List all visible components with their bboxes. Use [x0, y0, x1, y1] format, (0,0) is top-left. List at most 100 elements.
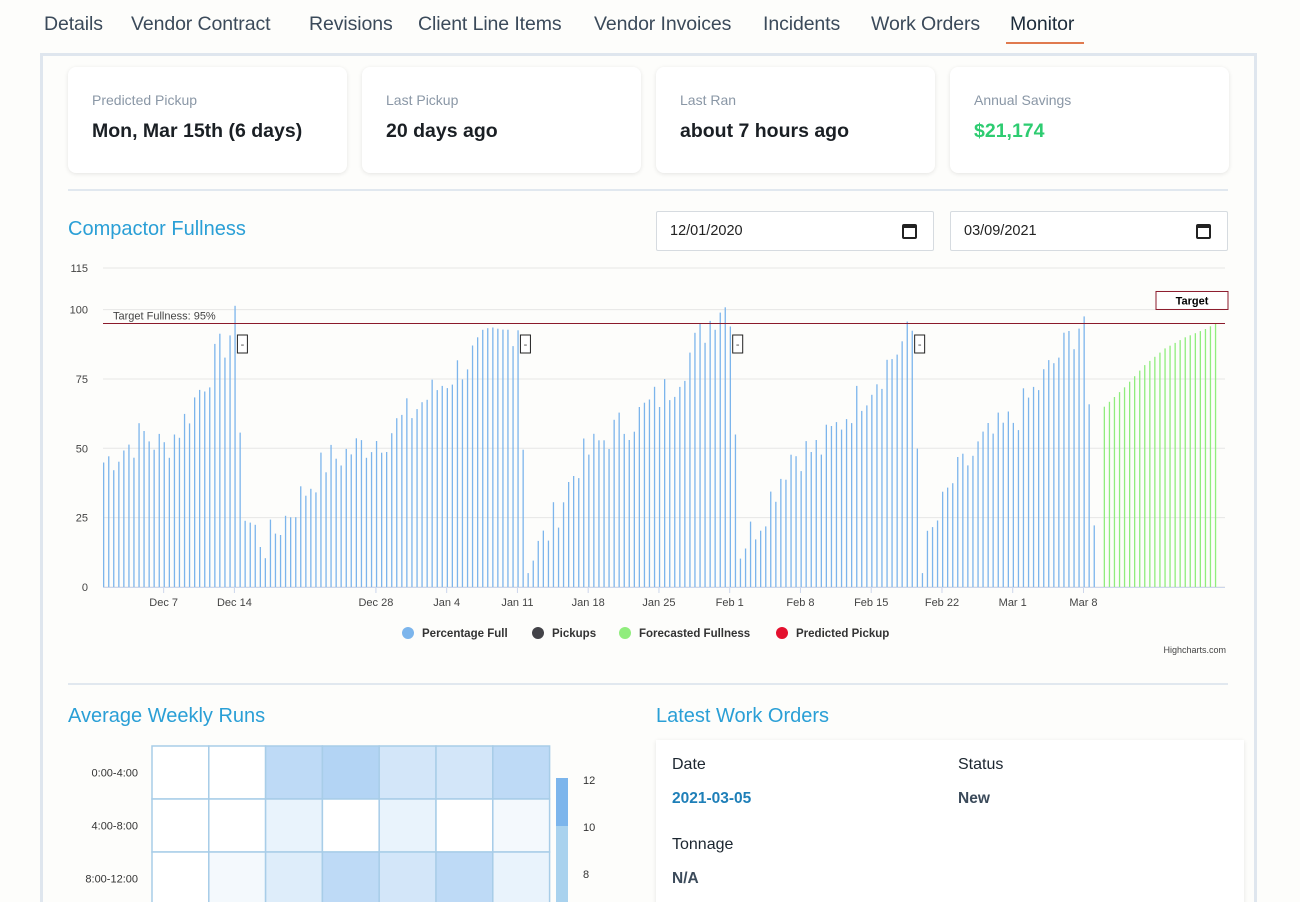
data-bar [148, 441, 150, 587]
legend-symbol [619, 627, 631, 639]
data-bar [259, 547, 261, 587]
data-bar [1139, 370, 1141, 587]
data-bar [224, 357, 226, 587]
data-bar [436, 390, 438, 587]
data-bar [674, 396, 676, 587]
work-order-date-link[interactable]: 2021-03-05 [672, 790, 751, 808]
data-bar [103, 462, 105, 587]
work-order-card[interactable]: Date 2021-03-05 Status New Tonnage N/A [656, 740, 1244, 902]
data-bar [562, 502, 565, 587]
data-bar [396, 418, 398, 587]
data-bar [739, 558, 742, 587]
data-bar [830, 426, 833, 587]
heatmap-cell [151, 745, 210, 800]
data-bar [1002, 422, 1004, 587]
heatmap-cell [492, 851, 551, 902]
legend-symbol [776, 627, 788, 639]
y-tick-label: 115 [70, 263, 88, 275]
data-bar [825, 424, 827, 587]
tab-monitor[interactable]: Monitor [1010, 13, 1074, 36]
data-bar [406, 398, 408, 587]
heatmap-cell [208, 745, 267, 800]
x-tick-label: Feb 1 [716, 597, 744, 609]
data-bar [1078, 328, 1080, 587]
data-bar [866, 405, 868, 587]
data-bar [578, 478, 580, 587]
tab-vendor-invoices[interactable]: Vendor Invoices [594, 13, 731, 36]
section-divider [68, 189, 1228, 191]
data-bar [1068, 331, 1070, 587]
data-bar [355, 438, 357, 587]
data-bar [204, 391, 206, 587]
data-bar [568, 482, 570, 587]
data-bar [209, 387, 211, 587]
data-bar [1179, 340, 1181, 587]
heatmap-cell [435, 798, 494, 853]
data-bar [1159, 352, 1161, 587]
tab-incidents[interactable]: Incidents [763, 13, 840, 36]
tab-details[interactable]: Details [44, 13, 103, 36]
start-date-input[interactable]: 12/01/2020 [656, 211, 934, 251]
data-bar [613, 419, 615, 587]
data-bar [871, 394, 873, 587]
data-bar [138, 423, 140, 587]
heatmap-cell [151, 798, 210, 853]
data-bar [664, 379, 666, 587]
last-ran-card: Last Ran about 7 hours ago [656, 67, 935, 173]
tab-revisions[interactable]: Revisions [309, 13, 393, 36]
data-bar [896, 354, 898, 587]
heatmap-row-label: 4:00-8:00 [92, 821, 138, 833]
highcharts-credits[interactable]: Highcharts.com [1163, 645, 1226, 655]
tab-vendor-contract[interactable]: Vendor Contract [131, 13, 271, 36]
data-bar [760, 530, 762, 587]
y-tick-label: 75 [76, 374, 88, 386]
calendar-icon[interactable] [1196, 224, 1211, 239]
data-bar [1108, 401, 1111, 587]
data-bar [765, 526, 767, 587]
data-bar [729, 326, 731, 587]
data-bar [861, 410, 863, 587]
data-bar [168, 457, 170, 587]
annual-savings-card: Annual Savings $21,174 [950, 67, 1229, 173]
data-bar [411, 418, 413, 587]
data-bar [795, 456, 797, 587]
data-bar [1073, 349, 1075, 587]
legend-item: Percentage Full [422, 628, 508, 640]
data-bar [800, 471, 802, 587]
average-weekly-runs-title: Average Weekly Runs [68, 705, 266, 727]
heatmap-cell [492, 745, 551, 800]
data-bar [320, 452, 322, 587]
tab-client-line-items[interactable]: Client Line Items [418, 13, 562, 36]
end-date-input[interactable]: 03/09/2021 [950, 211, 1228, 251]
heatmap-cell [435, 745, 494, 800]
data-bar [1209, 326, 1212, 587]
y-tick-label: 25 [76, 513, 88, 525]
data-bar [451, 384, 453, 587]
data-bar [446, 388, 448, 587]
card-value: $21,174 [974, 120, 1045, 142]
status-value: New [958, 790, 990, 807]
data-bar [502, 329, 504, 587]
heatmap-cell [378, 745, 437, 800]
tab-work-orders[interactable]: Work Orders [871, 13, 980, 36]
x-tick-label: Jan 25 [642, 597, 675, 609]
data-bar [689, 352, 691, 587]
data-bar [350, 454, 352, 587]
data-bar [1164, 348, 1166, 587]
data-bar [325, 472, 327, 587]
y-tick-label: 0 [82, 582, 88, 594]
data-bar [1053, 363, 1055, 587]
heatmap-row-label: 8:00-12:00 [85, 874, 138, 886]
calendar-icon[interactable] [902, 224, 917, 239]
data-bar [310, 488, 312, 587]
x-tick-label: Feb 22 [925, 597, 959, 609]
data-bar [977, 441, 979, 587]
data-bar [886, 359, 888, 587]
data-bar [936, 520, 939, 587]
data-bar [279, 535, 282, 587]
heatmap-cell [435, 851, 494, 902]
predicted-pickup-card: Predicted Pickup Mon, Mar 15th (6 days) [68, 67, 347, 173]
data-bar [274, 533, 277, 587]
legend-symbol [402, 627, 414, 639]
data-bar [1204, 329, 1207, 587]
